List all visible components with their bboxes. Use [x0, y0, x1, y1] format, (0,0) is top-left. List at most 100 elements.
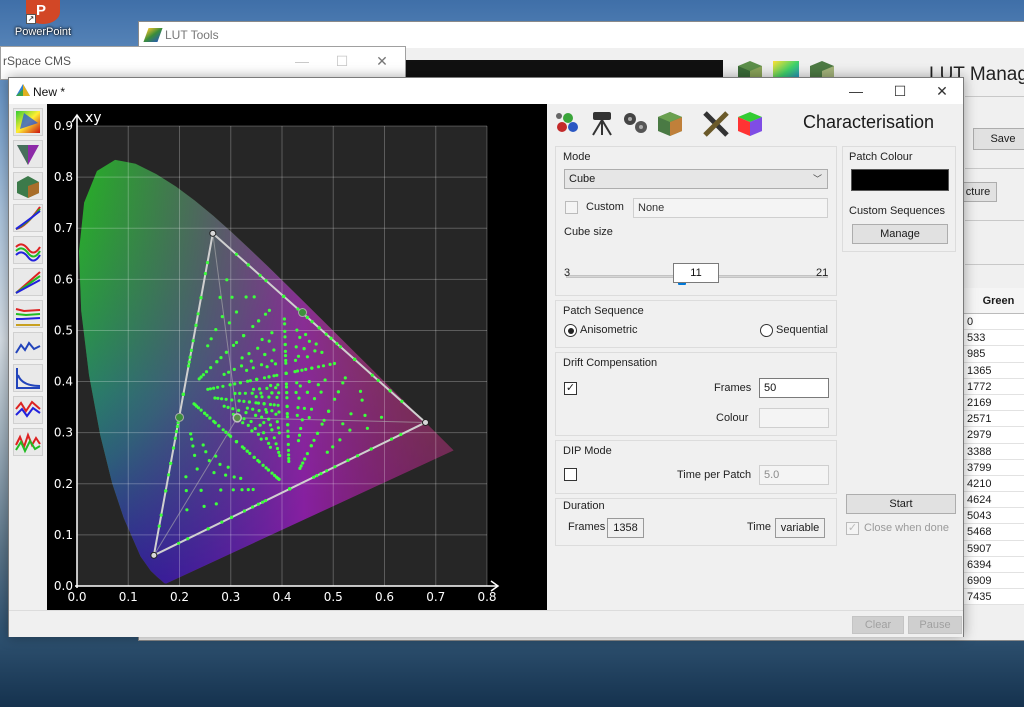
table-cell[interactable]: 2979 [964, 427, 1024, 444]
custom-sequence-field[interactable]: None [633, 198, 828, 218]
sample-point [240, 488, 244, 492]
sample-point [333, 397, 337, 401]
rgb-curve-icon[interactable] [13, 204, 43, 232]
cms-close-button[interactable]: ✕ [361, 47, 403, 75]
table-cell[interactable]: 5468 [964, 524, 1024, 541]
table-cell[interactable]: 5907 [964, 541, 1024, 557]
drift-checkbox[interactable]: ✓ [564, 382, 577, 395]
lut-save-button[interactable]: Save [973, 128, 1024, 150]
sample-point [370, 373, 374, 377]
drift-frames-field[interactable]: 50 [759, 378, 829, 398]
sample-point [333, 465, 337, 469]
gamut-cube-icon[interactable] [13, 172, 43, 200]
window-titlebar[interactable]: New * — ☐ ✕ [9, 78, 963, 104]
rgb-balance-icon[interactable] [13, 300, 43, 328]
table-cell[interactable]: 533 [964, 330, 1024, 347]
colour-cube-icon[interactable] [735, 109, 765, 137]
sample-point [224, 430, 228, 434]
cms-maximize-button[interactable]: ☐ [321, 47, 363, 75]
sample-point [270, 471, 274, 475]
cms-minimize-button[interactable]: — [281, 47, 323, 75]
sample-point [206, 527, 210, 531]
luminance-icon[interactable] [13, 364, 43, 392]
cube-icon[interactable] [655, 109, 685, 137]
drift-colour-swatch[interactable] [759, 408, 829, 428]
sample-point [199, 488, 203, 492]
tripod-icon[interactable] [587, 109, 617, 137]
table-cell[interactable]: 0 [964, 314, 1024, 331]
lut-data-table[interactable]: Green 0 533 985 1365 1772 2169 2571 2979 3388 379… [963, 288, 1024, 606]
de-graph-icon[interactable] [13, 332, 43, 360]
table-cell[interactable]: 6909 [964, 573, 1024, 590]
sample-point [268, 402, 273, 407]
table-cell[interactable]: 5043 [964, 508, 1024, 525]
table-cell[interactable]: 4210 [964, 476, 1024, 493]
table-cell[interactable]: 4624 [964, 492, 1024, 509]
rgb-lines-icon[interactable] [13, 268, 43, 296]
sample-point [325, 469, 329, 473]
sample-point [316, 383, 320, 387]
probe-icon[interactable] [553, 109, 583, 137]
mode-select[interactable]: Cube ﹀ [564, 169, 828, 189]
x-tick-label: 0.2 [170, 590, 189, 604]
table-cell[interactable]: 1365 [964, 363, 1024, 379]
table-cell[interactable]: 3388 [964, 444, 1024, 460]
table-cell[interactable]: 2571 [964, 411, 1024, 428]
drift-colour-label: Colour [716, 412, 749, 424]
generator-icon[interactable] [621, 109, 651, 137]
table-cell[interactable]: 2169 [964, 395, 1024, 412]
close-button[interactable]: ✕ [921, 78, 963, 104]
tools-icon[interactable] [701, 109, 731, 137]
pause-button[interactable]: Pause [908, 616, 962, 634]
table-cell[interactable]: 6394 [964, 557, 1024, 573]
sample-point [257, 319, 261, 323]
sample-point [360, 398, 364, 402]
colourspace-cms-window[interactable]: rSpace CMS — ☐ ✕ [0, 46, 406, 80]
primary-marker [422, 418, 429, 426]
sample-point [287, 459, 291, 463]
gamut-triangle-icon[interactable] [13, 140, 43, 168]
characterisation-window[interactable]: New * — ☐ ✕ 0.0 0.1 0.2 0.3 0.4 0.5 0.6 … [8, 77, 964, 637]
sample-point [216, 385, 220, 389]
table-header-green[interactable]: Green [964, 288, 1024, 314]
cube-size-value-field[interactable]: 11 [673, 263, 719, 283]
sample-point [284, 358, 288, 363]
rgb-multi-icon[interactable] [13, 428, 43, 456]
gamma-curve-icon[interactable] [13, 236, 43, 264]
custom-checkbox[interactable] [565, 201, 578, 214]
custom-label: Custom [586, 201, 624, 213]
sample-point [272, 436, 276, 440]
sample-point [232, 475, 236, 479]
sample-point [286, 423, 290, 427]
close-when-done-checkbox[interactable]: ✓ [846, 522, 859, 535]
start-button[interactable]: Start [846, 494, 956, 514]
gamut-cie-icon[interactable] [13, 108, 43, 136]
table-cell[interactable]: 3799 [964, 460, 1024, 476]
cie-xy-chart[interactable]: 0.0 0.1 0.2 0.3 0.4 0.5 0.6 0.7 0.80.00.10.20.30… [47, 104, 547, 610]
sample-point [169, 461, 173, 465]
sample-point [312, 475, 316, 479]
patch-colour-swatch[interactable] [851, 169, 949, 191]
time-per-patch-field[interactable]: 5.0 [759, 465, 829, 485]
minimize-button[interactable]: — [835, 78, 877, 104]
lut-tools-titlebar[interactable]: LUT Tools [139, 22, 1024, 48]
duration-frames-label: Frames [568, 521, 606, 533]
table-cell[interactable]: 7435 [964, 589, 1024, 606]
dip-checkbox[interactable] [564, 468, 577, 481]
sample-point [212, 386, 216, 390]
sample-point [302, 347, 306, 351]
anisometric-radio[interactable] [564, 324, 577, 337]
sample-point [159, 513, 163, 517]
clear-button[interactable]: Clear [852, 616, 904, 634]
lut-capture-button[interactable]: cture [959, 182, 997, 202]
table-cell[interactable]: 1772 [964, 379, 1024, 395]
sample-point [389, 437, 394, 441]
sample-point [251, 487, 255, 492]
table-cell[interactable]: 985 [964, 346, 1024, 363]
maximize-button[interactable]: ☐ [879, 78, 921, 104]
sample-point [328, 362, 332, 366]
sequential-radio[interactable] [760, 324, 773, 337]
desktop-shortcut-powerpoint[interactable]: P ↗ PowerPoint [4, 0, 74, 42]
rgb-error-icon[interactable] [13, 396, 43, 424]
manage-button[interactable]: Manage [852, 224, 948, 244]
